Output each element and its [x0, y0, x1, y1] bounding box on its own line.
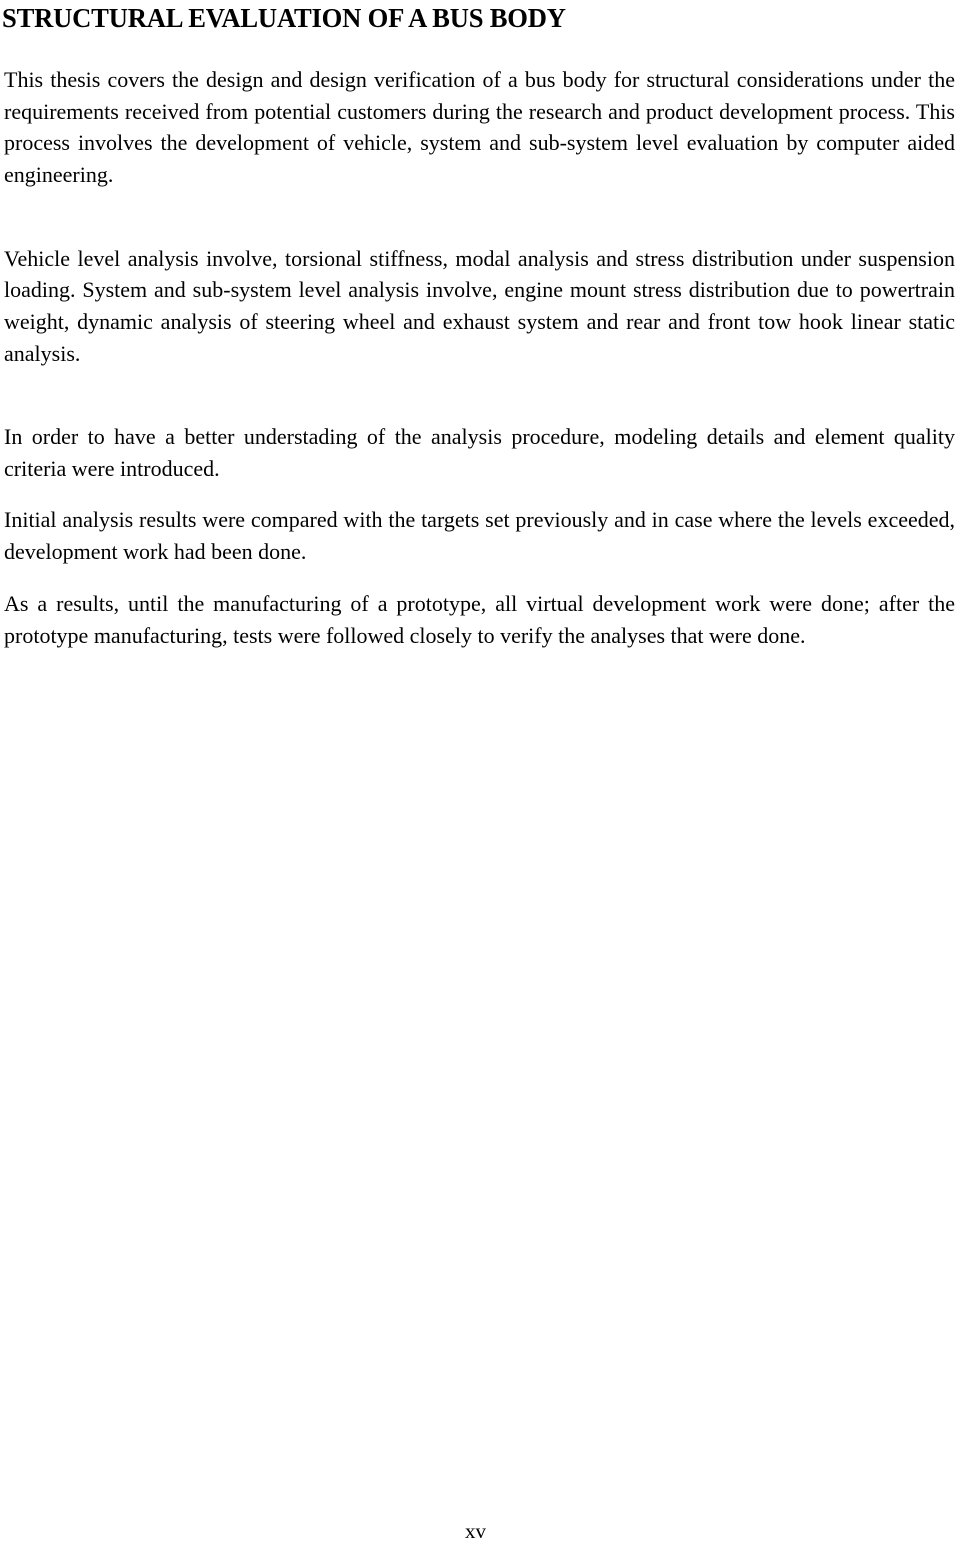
paragraph-3: In order to have a better understading o… [4, 424, 955, 481]
page-title: STRUCTURAL EVALUATION OF A BUS BODY [2, 3, 566, 33]
paragraph-1: This thesis covers the design and design… [4, 67, 955, 188]
paragraph-2: Vehicle level analysis involve, torsiona… [4, 245, 955, 366]
page-number: xv [465, 1519, 486, 1543]
paragraph-4: Initial analysis results were compared w… [4, 507, 955, 565]
document-page: STRUCTURAL EVALUATION OF A BUS BODY This… [0, 0, 960, 1554]
paragraph-5: As a results, until the manufacturing of… [4, 590, 955, 648]
abstract-body: This thesis covers the design and design… [4, 64, 955, 651]
